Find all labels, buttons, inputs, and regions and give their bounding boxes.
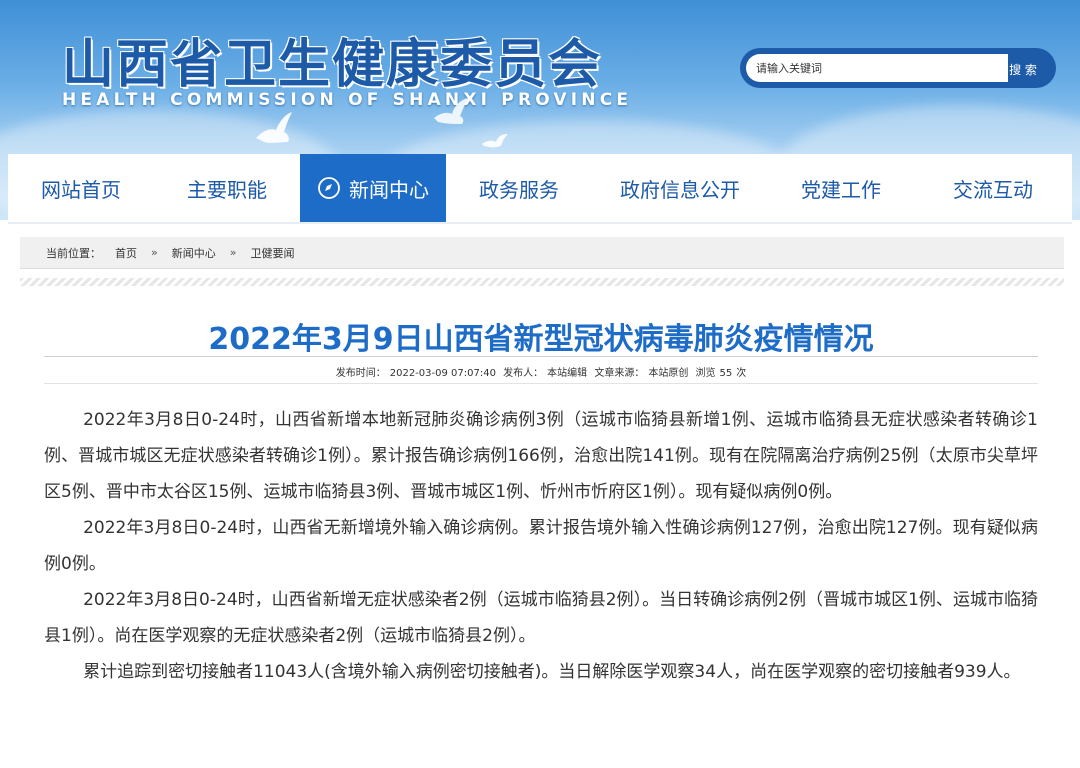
decorative-stripe	[20, 278, 1064, 286]
title-divider	[44, 356, 1038, 357]
article-paragraph: 2022年3月8日0-24时，山西省无新增境外输入确诊病例。累计报告境外输入性确…	[44, 518, 1038, 574]
nav-item-info-disclosure[interactable]: 政府信息公开	[592, 154, 768, 222]
nav-item-party[interactable]: 党建工作	[768, 154, 914, 222]
meta-publish-time: 2022-03-09 07:07:40	[389, 368, 496, 379]
search-input[interactable]	[746, 54, 1008, 82]
site-logo-title[interactable]: 山西省卫生健康委员会	[62, 22, 602, 97]
breadcrumb-link-home[interactable]: 首页	[115, 245, 137, 261]
dove-icon	[256, 112, 292, 143]
article-paragraph: 2022年3月8日0-24时，山西省新增本地新冠肺炎确诊病例3例（运城市临猗县新…	[44, 410, 1038, 502]
article-meta: 发布时间： 2022-03-09 07:07:40 发布人： 本站编辑 文章来源：本…	[44, 364, 1038, 379]
nav-item-functions[interactable]: 主要职能	[154, 154, 300, 222]
meta-publisher-label: 发布人：	[503, 368, 544, 379]
breadcrumb: 当前位置： 首页 » 新闻中心 » 卫健要闻	[20, 237, 1064, 269]
nav-item-home[interactable]: 网站首页	[8, 154, 154, 222]
article-body: 2022年3月8日0-24时，山西省新增本地新冠肺炎确诊病例3例（运城市临猗县新…	[44, 402, 1038, 690]
nav-item-label: 党建工作	[801, 177, 881, 202]
search-button[interactable]: 搜 索	[970, 54, 1052, 84]
nav-item-interaction[interactable]: 交流互动	[914, 154, 1072, 222]
site-logo-subtitle: HEALTH COMMISSION OF SHANXI PROVINCE	[62, 90, 633, 110]
dove-icon	[482, 134, 508, 148]
meta-views: 55	[719, 368, 733, 379]
nav-item-news[interactable]: 新闻中心	[300, 154, 446, 222]
breadcrumb-separator: »	[151, 246, 158, 259]
nav-item-label: 政务服务	[479, 177, 559, 202]
search-icon	[985, 61, 1001, 77]
globe-icon	[318, 177, 340, 199]
meta-divider	[44, 383, 1038, 384]
meta-source: 本站原创	[648, 368, 689, 379]
breadcrumb-prefix: 当前位置：	[46, 246, 101, 260]
nav-item-services[interactable]: 政务服务	[446, 154, 592, 222]
meta-publisher: 本站编辑	[547, 368, 588, 379]
nav-item-label: 主要职能	[187, 177, 267, 202]
search-button-label: 搜 索	[1009, 62, 1037, 77]
main-nav: 网站首页 主要职能 新闻中心 政务服务 政府信息公开 党建工作 交流互动	[8, 154, 1072, 222]
breadcrumb-link-news[interactable]: 新闻中心	[172, 245, 216, 261]
nav-item-label: 网站首页	[41, 177, 121, 202]
meta-views-unit: 次	[736, 368, 747, 379]
article-paragraph: 累计追踪到密切接触者11043人(含境外输入病例密切接触者)。当日解除医学观察3…	[83, 662, 1021, 682]
dove-icon	[434, 98, 468, 124]
meta-publish-time-label: 发布时间：	[335, 368, 386, 379]
breadcrumb-separator: »	[229, 246, 237, 259]
breadcrumb-link-health-news[interactable]: 卫健要闻	[250, 245, 294, 261]
nav-item-label: 政府信息公开	[620, 177, 740, 202]
meta-source-label: 文章来源：	[594, 368, 645, 379]
article-title: 2022年3月9日山西省新型冠状病毒肺炎疫情情况	[208, 322, 874, 357]
meta-views-label: 浏览	[695, 368, 716, 379]
nav-item-label: 交流互动	[953, 177, 1033, 202]
article-paragraph: 2022年3月8日0-24时，山西省新增无症状感染者2例（运城市临猗县2例）。当…	[44, 590, 1038, 646]
nav-item-label: 新闻中心	[349, 177, 429, 202]
